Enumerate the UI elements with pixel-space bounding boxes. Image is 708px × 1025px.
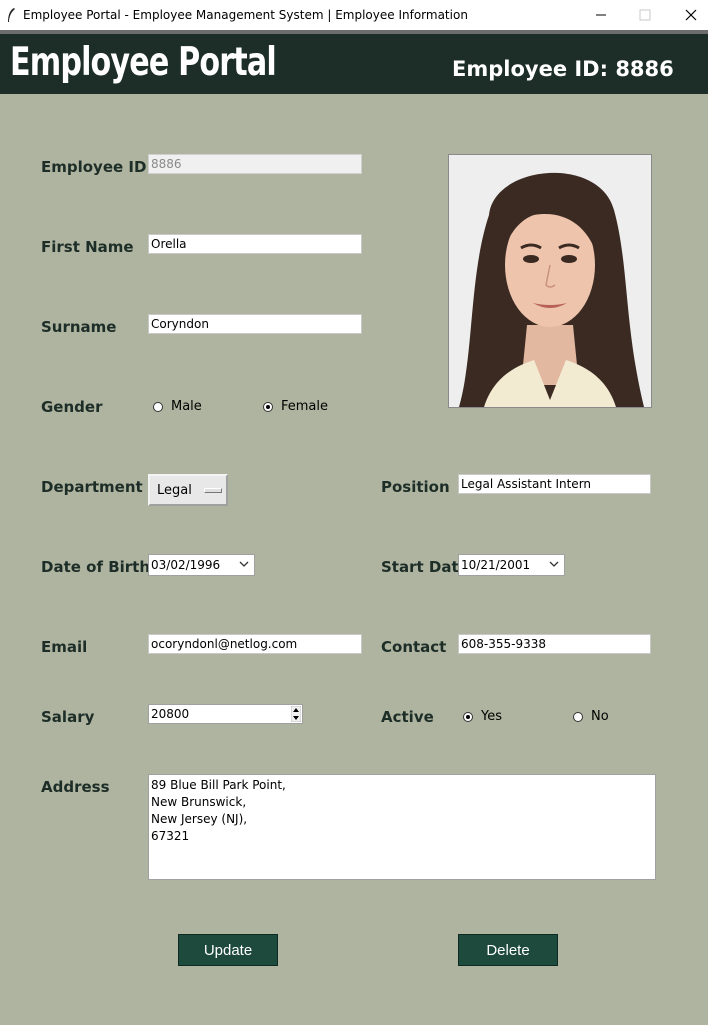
gender-label: Gender: [41, 398, 103, 416]
delete-button[interactable]: Delete: [458, 934, 558, 966]
department-value: Legal: [157, 483, 192, 498]
address-textarea[interactable]: 89 Blue Bill Park Point, New Brunswick, …: [148, 774, 656, 880]
position-field[interactable]: [458, 474, 651, 494]
close-button[interactable]: [668, 0, 708, 30]
spin-arrows-icon[interactable]: [291, 706, 301, 722]
email-label: Email: [41, 638, 88, 656]
start-date-picker[interactable]: 10/21/2001: [458, 554, 565, 576]
position-label: Position: [381, 478, 450, 496]
minimize-icon: [596, 14, 606, 16]
brand-title: Employee Portal: [10, 40, 277, 85]
active-yes-label: Yes: [481, 709, 502, 724]
maximize-button[interactable]: [622, 0, 668, 30]
window-titlebar: Employee Portal - Employee Management Sy…: [0, 0, 708, 30]
photo: [449, 155, 651, 407]
radio-indicator-selected: [263, 401, 273, 412]
employee-id-field: [148, 154, 362, 174]
salary-value: 20800: [151, 707, 190, 721]
radio-indicator-selected: [463, 711, 473, 722]
address-line: 67321: [151, 829, 190, 843]
salary-label: Salary: [41, 708, 95, 726]
date-of-birth-label: Date of Birth: [41, 558, 151, 576]
first-name-field[interactable]: [148, 234, 362, 254]
minimize-button[interactable]: [578, 0, 624, 30]
address-line: New Jersey (NJ),: [151, 812, 248, 826]
surname-field[interactable]: [148, 314, 362, 334]
gender-female-radio[interactable]: Female: [263, 399, 328, 414]
header-employee-id: Employee ID: 8886: [452, 57, 674, 81]
start-date-value: 10/21/2001: [461, 558, 531, 572]
close-icon: [685, 9, 697, 21]
date-of-birth-value: 03/02/1996: [151, 558, 221, 572]
gender-male-radio[interactable]: Male: [153, 399, 202, 414]
first-name-label: First Name: [41, 238, 134, 256]
start-date-label: Start Date: [381, 558, 469, 576]
update-button[interactable]: Update: [178, 934, 278, 966]
gender-female-label: Female: [281, 399, 329, 414]
employee-photo: [448, 154, 652, 408]
department-select[interactable]: Legal: [148, 474, 228, 506]
window-title: Employee Portal - Employee Management Sy…: [23, 8, 468, 22]
maximize-icon: [639, 9, 651, 21]
option-menu-indicator-icon: [204, 488, 222, 493]
department-label: Department: [41, 478, 143, 496]
active-no-radio[interactable]: No: [573, 709, 609, 724]
radio-indicator: [153, 401, 163, 412]
active-label: Active: [381, 708, 434, 726]
app-header: Employee Portal Employee ID: 8886: [0, 34, 708, 94]
active-yes-radio[interactable]: Yes: [463, 709, 502, 724]
salary-spinbox[interactable]: 20800: [148, 704, 303, 724]
chevron-down-icon: [239, 561, 249, 567]
date-of-birth-picker[interactable]: 03/02/1996: [148, 554, 255, 576]
contact-field[interactable]: [458, 634, 651, 654]
address-label: Address: [41, 778, 110, 796]
radio-indicator: [573, 711, 583, 722]
surname-label: Surname: [41, 318, 117, 336]
address-line: New Brunswick,: [151, 795, 247, 809]
gender-male-label: Male: [171, 399, 202, 414]
chevron-down-icon: [549, 561, 559, 567]
employee-id-label: Employee ID: [41, 158, 147, 176]
email-field[interactable]: [148, 634, 362, 654]
contact-label: Contact: [381, 638, 447, 656]
active-no-label: No: [591, 709, 609, 724]
address-line: 89 Blue Bill Park Point,: [151, 778, 286, 792]
feather-icon: [8, 8, 15, 22]
